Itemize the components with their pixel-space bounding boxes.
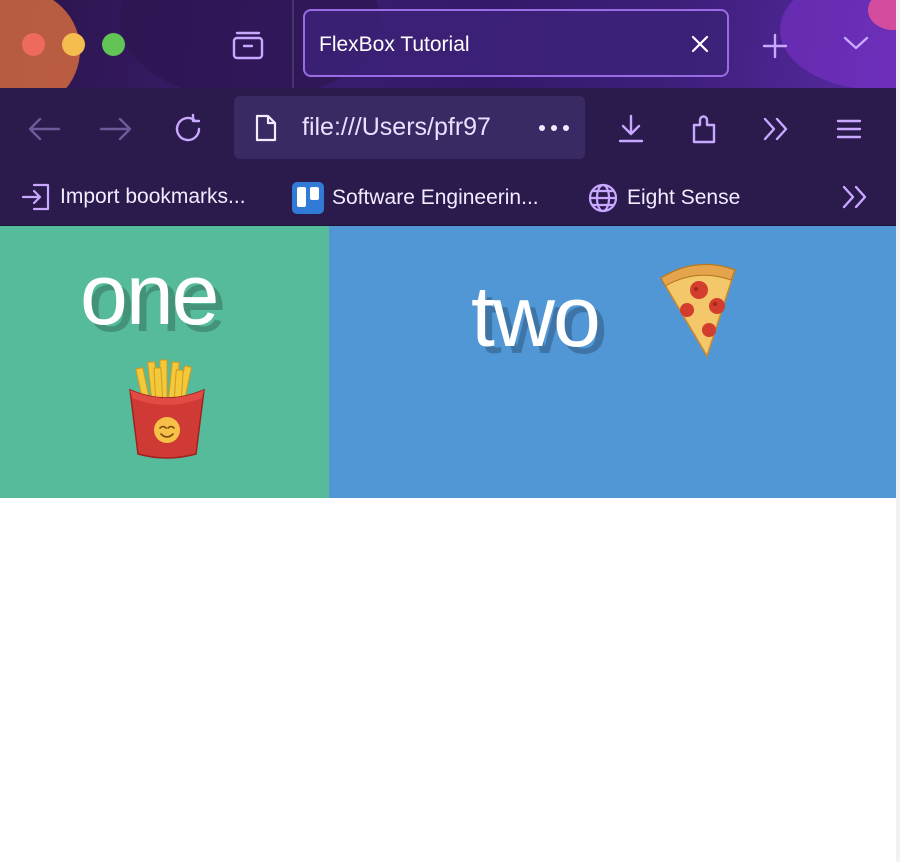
flex-box-two: two <box>329 226 896 498</box>
pizza-emoji <box>659 263 736 358</box>
overflow-chevrons-icon[interactable] <box>758 112 794 146</box>
box-one-text: one <box>80 247 219 343</box>
tab-strip: FlexBox Tutorial <box>0 0 896 88</box>
menu-icon[interactable] <box>831 112 867 146</box>
bookmarks-bar: Import bookmarks... Software Engineerin.… <box>0 170 896 226</box>
trello-icon <box>292 182 324 214</box>
box-two-text: two <box>471 269 601 365</box>
bookmark-label: Eight Sense <box>627 186 741 209</box>
globe-icon <box>588 183 618 213</box>
nav-toolbar: file:///Users/pfr97 <box>0 88 896 170</box>
flex-box-one: one <box>0 226 329 498</box>
url-text: file:///Users/pfr97 <box>302 113 491 141</box>
back-arrow-icon[interactable] <box>24 112 64 146</box>
close-tab-icon[interactable] <box>685 29 715 59</box>
browser-window: FlexBox Tutorial file:///Users/pfr97 Imp… <box>0 0 897 862</box>
new-tab-icon[interactable] <box>757 28 793 64</box>
tab-list-chevron-icon[interactable] <box>838 28 874 58</box>
bookmark-import[interactable]: Import bookmarks... <box>20 182 246 212</box>
import-icon <box>21 183 50 211</box>
more-dots-icon[interactable] <box>536 118 572 138</box>
extensions-icon[interactable] <box>687 110 723 148</box>
minimize-window-button[interactable] <box>62 33 85 56</box>
reload-icon[interactable] <box>168 110 208 148</box>
bookmark-eight-sense[interactable]: Eight Sense <box>587 182 740 214</box>
bookmark-label: Software Engineerin... <box>332 186 539 209</box>
zoom-window-button[interactable] <box>102 33 125 56</box>
url-bar[interactable]: file:///Users/pfr97 <box>234 96 585 159</box>
forward-arrow-icon[interactable] <box>96 112 136 146</box>
page-content: one two <box>0 226 896 862</box>
active-tab[interactable]: FlexBox Tutorial <box>303 9 729 77</box>
bookmarks-overflow-icon[interactable] <box>838 181 872 213</box>
bookmark-software-engineering[interactable]: Software Engineerin... <box>292 182 539 214</box>
download-icon[interactable] <box>613 110 649 148</box>
tab-manager-icon[interactable] <box>228 26 268 64</box>
close-window-button[interactable] <box>22 33 45 56</box>
fries-emoji <box>129 359 205 459</box>
bookmark-label: Import bookmarks... <box>60 185 246 208</box>
page-icon <box>252 113 280 143</box>
tab-title: FlexBox Tutorial <box>319 33 470 56</box>
